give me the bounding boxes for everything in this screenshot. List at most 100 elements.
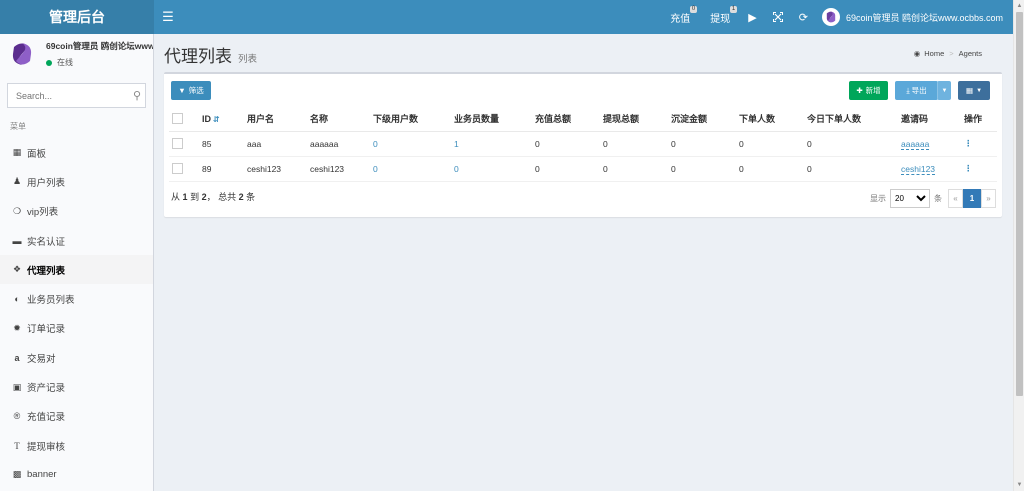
sidebar-item-salesmen[interactable]: ◐ 业务员列表 xyxy=(0,284,153,313)
sidebar-item-label: 代理列表 xyxy=(27,265,66,277)
sidebar-item-label: 实名认证 xyxy=(27,236,66,248)
salesmen-link[interactable]: 1 xyxy=(454,139,459,149)
sidebar-item-assets[interactable]: ▣ 资产记录 xyxy=(0,372,153,401)
col-withdraw-total: 提现总额 xyxy=(600,107,668,132)
user-status-label: 在线 xyxy=(57,58,73,67)
scroll-down-icon[interactable]: ▼ xyxy=(1016,481,1023,489)
add-button[interactable]: ✚ 新增 xyxy=(849,81,888,100)
prev-page-button[interactable]: « xyxy=(948,189,963,208)
sidebar-item-banner[interactable]: ▩ banner xyxy=(0,460,153,489)
sidebar-item-withdraw-review[interactable]: T 提现审核 xyxy=(0,431,153,460)
amazon-icon: a xyxy=(14,352,20,363)
row-checkbox[interactable] xyxy=(172,138,183,150)
page-size-label: 显示 xyxy=(870,194,886,203)
sidebar-item-label: 用户列表 xyxy=(27,177,66,189)
brand-logo[interactable]: 管理后台 xyxy=(0,0,154,34)
cell-id: 89 xyxy=(199,156,244,182)
add-label: 新增 xyxy=(865,86,881,95)
sub-users-link[interactable]: 0 xyxy=(373,139,378,149)
page-title: 代理列表 xyxy=(164,47,232,66)
fullscreen-icon[interactable] xyxy=(765,0,791,34)
row-actions-icon[interactable]: ⋮ xyxy=(964,138,973,148)
col-salesmen: 业务员数量 xyxy=(451,107,532,132)
col-id[interactable]: ID ⇵ xyxy=(199,107,244,132)
withdraw-nav-link[interactable]: 提现 1 xyxy=(700,0,740,34)
dashboard-icon: ▦ xyxy=(12,147,22,158)
user-menu[interactable]: 69coin管理员 鸥创论坛www.ocbbs.com xyxy=(816,8,1003,26)
page-scrollbar[interactable]: ▲ ▼ xyxy=(1013,0,1024,491)
page-size-select[interactable]: 20 xyxy=(890,189,930,208)
cell-deposit: 0 xyxy=(668,156,736,182)
withdraw-label: 提现 xyxy=(710,13,731,25)
search-input[interactable] xyxy=(16,90,133,101)
cell-username: aaa xyxy=(244,131,307,157)
invite-code-link[interactable]: ceshi123 xyxy=(901,163,936,175)
scroll-up-icon[interactable]: ▲ xyxy=(1016,2,1023,10)
page-1-button[interactable]: 1 xyxy=(963,189,981,208)
salesmen-link[interactable]: 0 xyxy=(454,164,459,174)
sidebar-item-label: vip列表 xyxy=(27,207,59,219)
cell-deposit: 0 xyxy=(668,131,736,157)
columns-toggle-button[interactable]: ▦ ▼ xyxy=(958,81,990,100)
cell-order-users: 0 xyxy=(736,131,804,157)
page-size-unit: 条 xyxy=(934,194,942,203)
cell-name: aaaaaa xyxy=(307,131,370,157)
cell-order-users: 0 xyxy=(736,156,804,182)
export-dropdown-button[interactable]: ▼ xyxy=(937,81,951,100)
filter-label: 筛选 xyxy=(188,86,204,95)
avatar-small xyxy=(821,8,840,26)
download-icon: ⤓ xyxy=(906,85,910,95)
sidebar-item-agents[interactable]: ❖ 代理列表 xyxy=(0,255,153,285)
recharge-nav-link[interactable]: 充值 0 xyxy=(660,0,700,34)
cell-withdraw-total: 0 xyxy=(600,156,668,182)
cell-id: 85 xyxy=(199,131,244,157)
sub-users-link[interactable]: 0 xyxy=(373,164,378,174)
breadcrumb-home[interactable]: Home xyxy=(924,49,944,58)
sidebar-item-trading-pairs[interactable]: a 交易对 xyxy=(0,343,153,372)
text-icon: T xyxy=(14,440,20,451)
cell-recharge-total: 0 xyxy=(532,131,600,157)
table-row: 89 ceshi123 ceshi123 0 0 0 0 0 0 0 ceshi… xyxy=(169,156,997,182)
online-status-icon xyxy=(46,59,52,66)
cell-today-order-users: 0 xyxy=(804,156,898,182)
user-menu-label: 69coin管理员 鸥创论坛www.ocbbs.com xyxy=(845,12,1003,23)
scroll-thumb[interactable] xyxy=(1016,12,1023,396)
export-label: 导出 xyxy=(911,86,927,95)
filter-button[interactable]: ▼ 筛选 xyxy=(171,81,211,100)
col-sub-users: 下级用户数 xyxy=(370,107,451,132)
col-invite-code: 邀请码 xyxy=(898,107,961,132)
sidebar-item-recharge-records[interactable]: ® 充值记录 xyxy=(0,402,153,431)
sort-icon[interactable]: ⇵ xyxy=(213,115,220,124)
sidebar-item-verification[interactable]: ▬ 实名认证 xyxy=(0,226,153,255)
image-icon: ▩ xyxy=(12,469,22,480)
sidebar-item-users[interactable]: ♟ 用户列表 xyxy=(0,167,153,196)
sidebar-item-dashboard[interactable]: ▦ 面板 xyxy=(0,138,153,167)
row-checkbox[interactable] xyxy=(172,163,183,175)
table-header-row: ID ⇵ 用户名 名称 下级用户数 业务员数量 充值总额 提现总额 沉淀金额 下单… xyxy=(169,107,997,132)
cell-today-order-users: 0 xyxy=(804,131,898,157)
navbar-right: 充值 0 提现 1 ▶ ⟳ 69coin管理员 鸥创论坛www.ocbbs.co… xyxy=(660,0,1013,34)
sidebar-toggle-icon[interactable]: ☰ xyxy=(154,0,182,34)
user-icon: ♟ xyxy=(12,176,22,187)
sidebar: 69coin管理员 鸥创论坛www.ocbbs.com 在线 ⚲ 菜单 ▦ 面板… xyxy=(0,34,154,491)
top-navbar: ☰ 充值 0 提现 1 ▶ ⟳ 69coin管理员 鸥创论坛www.ocbbs.… xyxy=(154,0,1013,34)
col-actions: 操作 xyxy=(961,107,997,132)
sidebar-item-label: banner xyxy=(27,469,57,481)
row-actions-icon[interactable]: ⋮ xyxy=(964,163,973,173)
select-all-checkbox[interactable] xyxy=(172,113,183,125)
refresh-icon[interactable]: ⟳ xyxy=(791,0,816,34)
next-page-button[interactable]: » xyxy=(981,189,996,208)
cell-withdraw-total: 0 xyxy=(600,131,668,157)
sidebar-item-label: 提现审核 xyxy=(27,441,66,453)
caret-down-icon: ▼ xyxy=(941,87,948,94)
play-icon[interactable]: ▶ xyxy=(740,0,764,34)
export-button[interactable]: ⤓ 导出 xyxy=(895,81,938,100)
col-today-order-users: 今日下单人数 xyxy=(804,107,898,132)
invite-code-link[interactable]: aaaaaa xyxy=(901,138,930,150)
sidebar-item-vip[interactable]: ❍ vip列表 xyxy=(0,197,153,226)
search-icon[interactable]: ⚲ xyxy=(133,89,141,102)
sidebar-item-orders[interactable]: ✹ 订单记录 xyxy=(0,314,153,343)
registered-icon: ® xyxy=(13,411,21,422)
dashboard-icon: ◉ xyxy=(913,49,921,58)
pagination-summary: 从 1 到 2， 总共 2 条 xyxy=(171,192,256,202)
